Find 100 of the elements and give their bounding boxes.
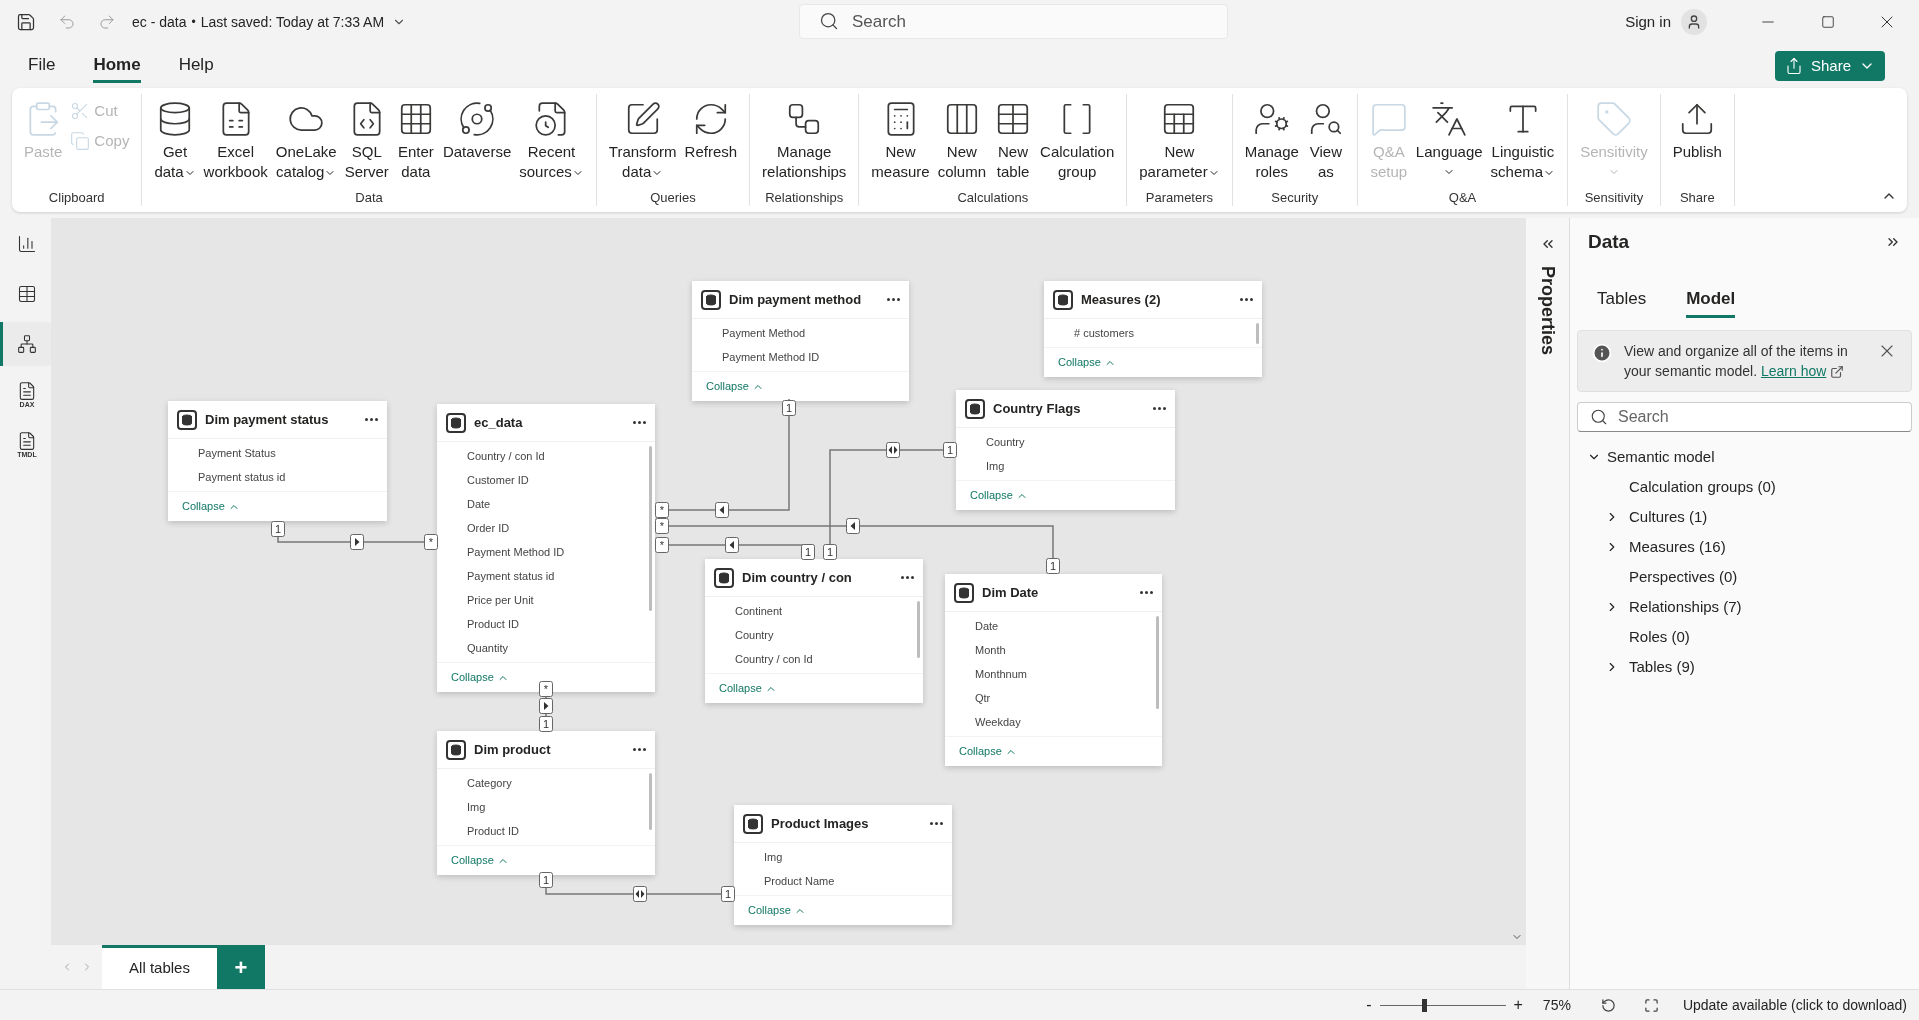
ribbon-button[interactable]: Manage roles	[1240, 94, 1303, 182]
tree-item[interactable]: Roles (0)	[1577, 622, 1912, 652]
ribbon-button[interactable]: New table	[990, 94, 1037, 182]
field-name[interactable]: Country	[705, 623, 923, 647]
properties-pane[interactable]: Properties	[1526, 218, 1570, 989]
tree-item[interactable]: Calculation groups (0)	[1577, 472, 1912, 502]
more-icon[interactable]	[365, 418, 378, 421]
field-name[interactable]: Payment Method ID	[692, 345, 909, 369]
zoom-in-button[interactable]: +	[1513, 993, 1523, 1017]
ribbon-button[interactable]: Recent sources	[515, 94, 588, 182]
ribbon-button[interactable]: Excel workbook	[199, 94, 272, 182]
table-card[interactable]: Dim product Category Img Product ID Collapse	[437, 731, 655, 875]
tree-item[interactable]: Cultures (1)	[1577, 502, 1912, 532]
collapse-link[interactable]: Collapse	[1044, 347, 1262, 377]
field-name[interactable]: Month	[945, 638, 1162, 662]
table-card[interactable]: Product Images Img Product Name Collapse	[734, 805, 952, 925]
field-name[interactable]: Payment Method	[692, 321, 909, 345]
ribbon-button[interactable]: Dataverse	[438, 94, 516, 162]
ribbon-button[interactable]: SQL Server	[340, 94, 393, 182]
share-button[interactable]: Share	[1774, 51, 1885, 81]
field-name[interactable]: Payment status id	[437, 564, 655, 588]
field-name[interactable]: Continent	[705, 599, 923, 623]
ribbon-button[interactable]: New column	[933, 94, 991, 182]
ribbon-button[interactable]: Manage relationships	[758, 94, 851, 182]
field-name[interactable]: Product ID	[437, 819, 655, 843]
ribbon-button[interactable]: Language	[1411, 94, 1487, 182]
user-icon[interactable]	[1681, 9, 1707, 35]
field-name[interactable]: Date	[437, 492, 655, 516]
table-card[interactable]: Dim payment status Payment Status Payment status id Collapse	[168, 401, 387, 521]
field-name[interactable]: Quantity	[437, 636, 655, 660]
save-icon[interactable]	[16, 12, 36, 32]
table-card[interactable]: Dim payment method Payment Method Payment Method ID Collapse	[692, 281, 909, 401]
field-name[interactable]: Monthnum	[945, 662, 1162, 686]
table-card[interactable]: Measures (2) # customers Collapse	[1044, 281, 1262, 377]
ribbon-button[interactable]: Transform data	[604, 94, 681, 182]
ribbon-button[interactable]: New parameter	[1135, 94, 1224, 182]
pane-tab[interactable]: Tables	[1597, 282, 1647, 318]
field-name[interactable]: Customer ID	[437, 468, 655, 492]
collapse-link[interactable]: Collapse	[956, 480, 1175, 510]
more-icon[interactable]	[1153, 407, 1166, 410]
tree-item[interactable]: Perspectives (0)	[1577, 562, 1912, 592]
add-page-button[interactable]: +	[217, 945, 265, 989]
page-tab[interactable]: All tables	[102, 945, 217, 989]
ribbon-button[interactable]: Calculation group	[1036, 94, 1119, 182]
tree-item[interactable]: Semantic model	[1577, 442, 1912, 472]
field-name[interactable]: Product Name	[734, 869, 952, 893]
search-field[interactable]: Search	[799, 4, 1228, 39]
slider-thumb[interactable]	[1421, 998, 1427, 1012]
reset-icon[interactable]	[1600, 997, 1616, 1013]
field-name[interactable]: # customers	[1044, 321, 1262, 345]
ribbon-button[interactable]: OneLake catalog	[271, 94, 341, 182]
collapse-link[interactable]: Collapse	[692, 371, 909, 401]
field-name[interactable]: Payment Status	[168, 441, 387, 465]
more-icon[interactable]	[901, 576, 914, 579]
field-name[interactable]: Weekday	[945, 710, 1162, 734]
maximize-icon[interactable]	[1821, 15, 1835, 29]
table-card[interactable]: Dim country / con Continent Country Country / con Id Collapse	[705, 559, 923, 703]
table-card[interactable]: Country Flags Country Img Collapse	[956, 390, 1175, 510]
tree-item[interactable]: Measures (16)	[1577, 532, 1912, 562]
scrollbar[interactable]	[1256, 323, 1259, 344]
menu-tab[interactable]: Home	[93, 49, 141, 83]
zoom-slider[interactable]	[1379, 998, 1506, 1012]
ribbon-button[interactable]: Linguistic schema	[1486, 94, 1560, 182]
ribbon-button[interactable]: New measure	[867, 94, 934, 182]
menu-tab[interactable]: File	[28, 49, 56, 83]
fit-icon[interactable]	[1643, 997, 1659, 1013]
tree-item[interactable]: Tables (9)	[1577, 652, 1912, 682]
ribbon-button[interactable]: View as	[1302, 94, 1349, 182]
more-icon[interactable]	[1140, 591, 1153, 594]
field-name[interactable]: Img	[437, 795, 655, 819]
field-name[interactable]: Payment status id	[168, 465, 387, 489]
ribbon-button[interactable]: Refresh	[680, 94, 742, 162]
scrollbar[interactable]	[649, 446, 652, 611]
ribbon-button[interactable]: Enter data	[392, 94, 439, 182]
view-button[interactable]	[0, 322, 51, 366]
learn-how-link[interactable]: Learn how	[1760, 363, 1827, 379]
more-icon[interactable]	[1240, 298, 1253, 301]
tree-item[interactable]: Relationships (7)	[1577, 592, 1912, 622]
update-link[interactable]: Update available (click to download)	[1682, 994, 1907, 1016]
field-name[interactable]: Img	[956, 454, 1175, 478]
pane-tab[interactable]: Model	[1686, 282, 1736, 318]
field-name[interactable]: Img	[734, 845, 952, 869]
field-name[interactable]: Date	[945, 614, 1162, 638]
collapse-link[interactable]: Collapse	[945, 736, 1162, 766]
scrollbar[interactable]	[1156, 616, 1159, 709]
field-name[interactable]: Qtr	[945, 686, 1162, 710]
more-icon[interactable]	[633, 421, 646, 424]
ribbon-button[interactable]: Publish	[1668, 94, 1726, 162]
collapse-link[interactable]: Collapse	[168, 491, 387, 521]
table-card[interactable]: Dim Date Date Month Monthnum Qtr Weekday Collapse	[945, 574, 1162, 766]
field-name[interactable]: Order ID	[437, 516, 655, 540]
menu-tab[interactable]: Help	[178, 49, 214, 83]
more-icon[interactable]	[887, 298, 900, 301]
field-name[interactable]: Payment Method ID	[437, 540, 655, 564]
field-name[interactable]: Product ID	[437, 612, 655, 636]
field-name[interactable]: Country	[956, 430, 1175, 454]
scrollbar[interactable]	[649, 773, 652, 830]
search-field[interactable]: Search	[1577, 402, 1912, 432]
sign-in-link[interactable]: Sign in	[1625, 10, 1671, 34]
collapse-link[interactable]: Collapse	[734, 895, 952, 925]
